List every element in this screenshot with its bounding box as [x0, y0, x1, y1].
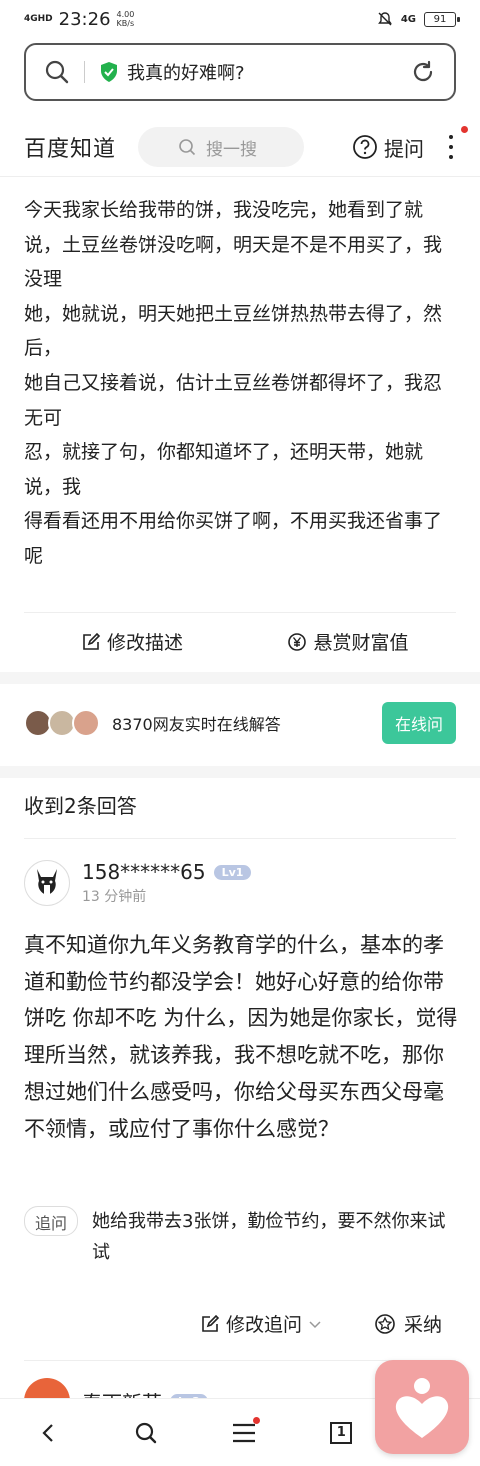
- author-name[interactable]: 158******65: [82, 860, 206, 884]
- mute-bell-icon: [377, 12, 392, 26]
- edit-description-label: 修改描述: [106, 632, 183, 654]
- speed-unit: KB/s: [116, 19, 135, 28]
- notification-dot: [461, 126, 468, 133]
- gesture-bar: [0, 1462, 480, 1466]
- section-gap: [0, 766, 480, 778]
- reward-button[interactable]: 悬赏财富值: [240, 628, 456, 655]
- answer-time: 13 分钟前: [82, 889, 147, 905]
- divider: [84, 61, 85, 83]
- chevron-left-icon: [42, 1423, 53, 1442]
- answer-actions: 修改追问 采纳: [200, 1310, 442, 1337]
- ask-label: 提问: [384, 136, 424, 161]
- speed-value: 4.00: [116, 10, 135, 19]
- battery-icon: 91: [424, 11, 460, 27]
- search-icon: [136, 1422, 157, 1443]
- back-button[interactable]: [29, 1413, 69, 1453]
- question-line: 今天我家长给我带的饼，我没吃完，她看到了就: [24, 199, 424, 221]
- brand-logo[interactable]: 百度知道: [24, 131, 116, 163]
- mini-search-placeholder: 搜一搜: [206, 139, 258, 160]
- notification-dot: [252, 1416, 260, 1424]
- question-line: 她自己又接着说，估计土豆丝卷饼都得坏了，我忍无可: [24, 371, 443, 429]
- question-line: 她，她就说，明天她把土豆丝饼热热带去得了，然后，: [24, 302, 443, 360]
- answer-author[interactable]: 158******65 Lv1 13 分钟前: [24, 858, 252, 908]
- ask-button[interactable]: 提问: [352, 133, 424, 162]
- mini-search-box[interactable]: 搜一搜: [138, 127, 305, 167]
- chevron-down-icon: [309, 1320, 321, 1328]
- search-icon[interactable]: [44, 59, 70, 85]
- followup-text: 她给我带去3张饼，勤俭节约，要不然你来试试: [92, 1211, 446, 1263]
- online-help-row: 8370网友实时在线解答 在线问: [24, 700, 456, 746]
- tab-count: 1: [330, 1421, 353, 1444]
- reward-label: 悬赏财富值: [313, 632, 409, 654]
- edit-icon: [202, 1314, 220, 1332]
- answer-text: 真不知道你九年义务教育学的什么，基本的孝道和勤俭节约都没学会！她好心好意的给你带…: [24, 933, 458, 1141]
- edit-followup-button[interactable]: 修改追问: [200, 1310, 322, 1337]
- level-badge: Lv1: [213, 864, 252, 880]
- more-menu-icon[interactable]: [446, 126, 468, 162]
- avatar: [72, 709, 100, 737]
- browser-search-bar[interactable]: 我真的好难啊?: [24, 43, 456, 101]
- divider: [0, 176, 480, 177]
- clock: 23:26: [58, 8, 111, 30]
- edit-followup-label: 修改追问: [226, 1314, 303, 1336]
- question-circle-icon: [353, 135, 377, 159]
- hamburger-menu-icon: [232, 1423, 255, 1442]
- shield-check-icon: [101, 62, 117, 82]
- question-line: 忍，就接了句，你都知道坏了，还明天带，她就说，我: [24, 441, 424, 498]
- avatar[interactable]: [24, 860, 70, 906]
- helper-avatars: [24, 709, 100, 737]
- followup-tag: 追问: [24, 1206, 79, 1236]
- online-ask-button[interactable]: 在线问: [381, 702, 456, 744]
- app-header: 百度知道 搜一搜 提问: [0, 118, 480, 176]
- menu-button[interactable]: [224, 1413, 264, 1453]
- signal-indicator: 4GHD: [24, 13, 53, 24]
- question-actions: 修改描述 悬赏财富值: [24, 612, 456, 670]
- followup-row: 追问 她给我带去3张饼，勤俭节约，要不然你来试试: [24, 1206, 460, 1268]
- search-icon: [179, 139, 196, 156]
- answers-count-heading: 收到2条回答: [24, 794, 137, 818]
- edit-description-button[interactable]: 修改描述: [24, 628, 240, 655]
- online-count-text: 8370网友实时在线解答: [112, 715, 281, 734]
- search-button[interactable]: [126, 1413, 166, 1453]
- edit-icon: [83, 632, 101, 650]
- search-query[interactable]: 我真的好难啊?: [127, 59, 410, 85]
- network-type: 4G: [400, 13, 416, 25]
- floating-app-button[interactable]: [375, 1360, 469, 1454]
- heart-person-icon: [395, 1378, 449, 1438]
- status-bar: 4GHD 23:26 4.00 KB/s 4G 91: [0, 0, 480, 38]
- adopt-button[interactable]: 采纳: [374, 1310, 442, 1337]
- reload-icon[interactable]: [410, 59, 436, 85]
- divider: [24, 838, 456, 839]
- question-line: 说，土豆丝卷饼没吃啊，明天是不是不用买了，我没理: [24, 233, 443, 291]
- cat-avatar-icon: [37, 869, 57, 895]
- question-body: 今天我家长给我带的饼，我没吃完，她看到了就 说，土豆丝卷饼没吃啊，明天是不是不用…: [24, 193, 460, 574]
- adopt-badge-icon: [375, 1313, 395, 1334]
- network-speed: 4.00 KB/s: [117, 10, 135, 28]
- yen-coin-icon: [288, 632, 307, 651]
- adopt-label: 采纳: [404, 1314, 443, 1336]
- section-gap: [0, 672, 480, 684]
- question-line: 得看看还用不用给你买饼了啊，不用买我还省事了呢: [24, 510, 443, 567]
- tabs-button[interactable]: 1: [321, 1413, 361, 1453]
